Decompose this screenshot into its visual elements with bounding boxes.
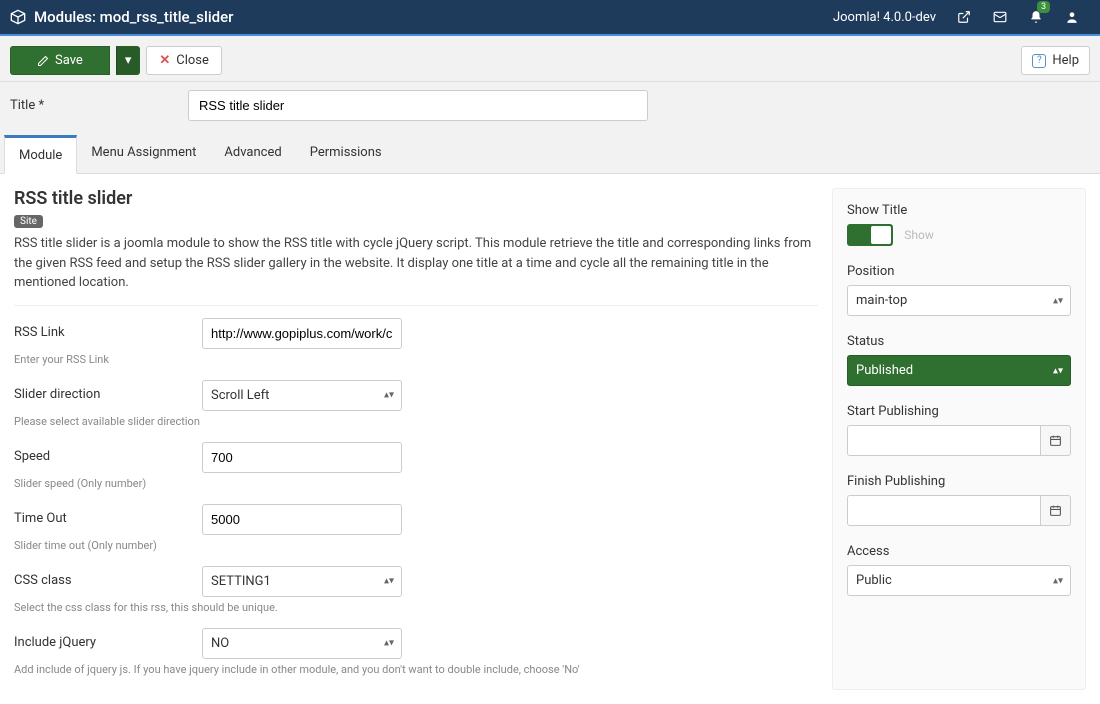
top-nav: Modules: mod_rss_title_slider Joomla! 4.… bbox=[0, 0, 1100, 36]
version-label: Joomla! 4.0.0-dev bbox=[833, 10, 936, 25]
help-button[interactable]: ? Help bbox=[1021, 46, 1090, 75]
tabs: Module Menu Assignment Advanced Permissi… bbox=[0, 135, 1100, 174]
finish-pub-calendar-button[interactable] bbox=[1041, 495, 1071, 526]
access-label: Access bbox=[847, 544, 1071, 559]
mail-icon[interactable] bbox=[982, 0, 1018, 35]
tab-permissions[interactable]: Permissions bbox=[296, 135, 396, 173]
finish-pub-label: Finish Publishing bbox=[847, 474, 1071, 489]
bell-icon[interactable]: 3 bbox=[1018, 0, 1054, 35]
caret-down-icon: ▾ bbox=[125, 53, 132, 68]
title-input[interactable] bbox=[188, 90, 648, 121]
notification-badge: 3 bbox=[1037, 1, 1050, 13]
sidebar-panel: Show Title Show Position main-top ▴▾ Sta… bbox=[832, 188, 1086, 690]
tab-menu-assignment[interactable]: Menu Assignment bbox=[77, 135, 210, 173]
divider bbox=[14, 305, 818, 306]
speed-hint: Slider speed (Only number) bbox=[14, 477, 818, 490]
pencil-icon bbox=[37, 55, 49, 67]
title-row: Title * bbox=[0, 82, 1100, 135]
jquery-hint: Add include of jquery js. If you have jq… bbox=[14, 663, 818, 676]
position-select[interactable]: main-top bbox=[847, 285, 1071, 316]
timeout-label: Time Out bbox=[14, 504, 194, 526]
direction-label: Slider direction bbox=[14, 380, 194, 402]
direction-select[interactable]: Scroll Left bbox=[202, 380, 402, 411]
direction-hint: Please select available slider direction bbox=[14, 415, 818, 428]
save-button[interactable]: Save bbox=[10, 46, 110, 75]
cube-icon bbox=[10, 9, 26, 25]
toolbar: Save ▾ ✕ Close ? Help bbox=[0, 36, 1100, 82]
start-pub-input[interactable] bbox=[847, 425, 1041, 456]
module-heading: RSS title slider bbox=[14, 188, 818, 209]
main-panel: RSS title slider Site RSS title slider i… bbox=[14, 188, 818, 690]
timeout-input[interactable] bbox=[202, 504, 402, 535]
show-title-state: Show bbox=[904, 228, 934, 242]
save-dropdown-button[interactable]: ▾ bbox=[116, 46, 141, 75]
rss-link-input[interactable] bbox=[202, 318, 402, 349]
css-hint: Select the css class for this rss, this … bbox=[14, 601, 818, 614]
tab-module[interactable]: Module bbox=[4, 135, 77, 174]
status-select[interactable]: Published bbox=[847, 355, 1071, 386]
speed-input[interactable] bbox=[202, 442, 402, 473]
rss-link-label: RSS Link bbox=[14, 318, 194, 340]
speed-label: Speed bbox=[14, 442, 194, 464]
jquery-label: Include jQuery bbox=[14, 628, 194, 650]
tab-advanced[interactable]: Advanced bbox=[210, 135, 295, 173]
user-icon[interactable] bbox=[1054, 0, 1090, 35]
show-title-label: Show Title bbox=[847, 203, 1071, 218]
start-pub-label: Start Publishing bbox=[847, 404, 1071, 419]
css-label: CSS class bbox=[14, 566, 194, 588]
site-badge: Site bbox=[14, 215, 43, 228]
status-label: Status bbox=[847, 334, 1071, 349]
timeout-hint: Slider time out (Only number) bbox=[14, 539, 818, 552]
calendar-icon bbox=[1049, 504, 1062, 517]
module-description: RSS title slider is a joomla module to s… bbox=[14, 234, 818, 293]
finish-pub-input[interactable] bbox=[847, 495, 1041, 526]
start-pub-calendar-button[interactable] bbox=[1041, 425, 1071, 456]
position-label: Position bbox=[847, 264, 1071, 279]
page-title: Modules: mod_rss_title_slider bbox=[34, 8, 233, 26]
jquery-select[interactable]: NO bbox=[202, 628, 402, 659]
rss-link-hint: Enter your RSS Link bbox=[14, 353, 818, 366]
access-select[interactable]: Public bbox=[847, 565, 1071, 596]
close-button[interactable]: ✕ Close bbox=[146, 46, 222, 75]
css-select[interactable]: SETTING1 bbox=[202, 566, 402, 597]
show-title-toggle[interactable] bbox=[847, 224, 893, 246]
question-icon: ? bbox=[1032, 54, 1046, 68]
title-label: Title * bbox=[10, 98, 180, 113]
calendar-icon bbox=[1049, 434, 1062, 447]
close-icon: ✕ bbox=[159, 53, 170, 68]
toggle-knob bbox=[871, 226, 891, 244]
external-link-icon[interactable] bbox=[946, 0, 982, 35]
